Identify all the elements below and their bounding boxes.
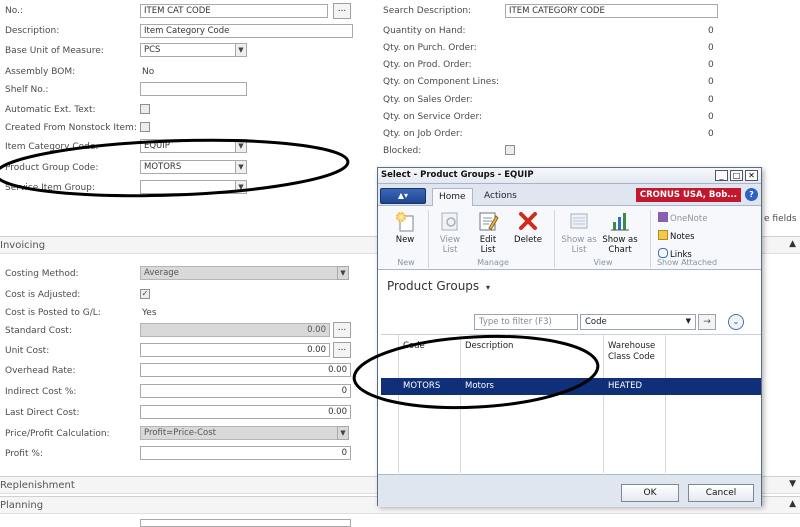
- annotation-ellipse-motors-row: [352, 334, 600, 410]
- annotation-overlay-dialog: [352, 334, 600, 410]
